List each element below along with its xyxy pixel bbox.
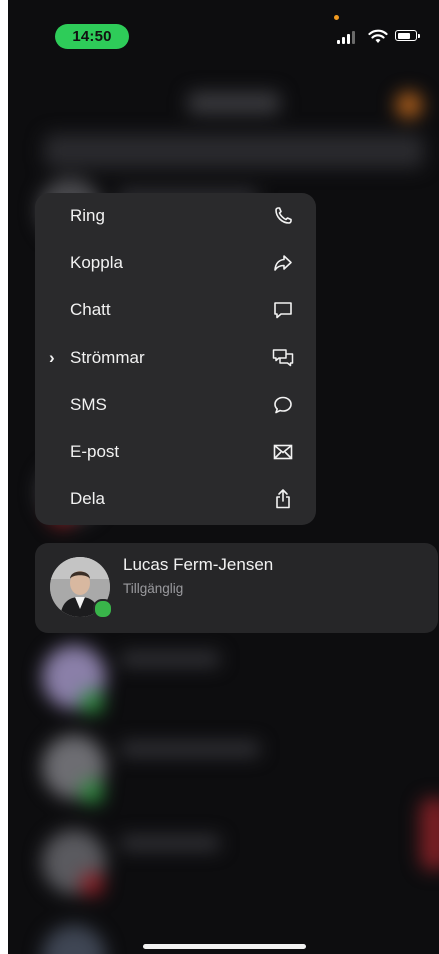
contact-card[interactable]: Lucas Ferm-Jensen Tillgänglig — [35, 543, 438, 633]
blurred-text — [120, 836, 220, 850]
blurred-status-dot — [80, 780, 104, 804]
phone-icon — [271, 204, 295, 228]
contact-name: Lucas Ferm-Jensen — [123, 555, 274, 574]
forward-icon — [271, 251, 295, 275]
blurred-text — [120, 742, 260, 756]
menu-item-label: Chatt — [70, 300, 111, 319]
menu-item-label: Strömmar — [70, 348, 145, 367]
menu-item-chatt[interactable]: Chatt — [35, 287, 316, 333]
blurred-action-button — [396, 92, 422, 118]
blurred-search-bar — [44, 134, 424, 168]
wifi-icon — [368, 29, 388, 43]
presence-indicator — [93, 599, 113, 619]
menu-item-dela[interactable]: Dela — [35, 476, 316, 522]
chat-bubbles-icon — [271, 346, 295, 370]
menu-item-label: Dela — [70, 489, 105, 508]
mic-indicator-dot — [334, 15, 339, 20]
menu-item-koppla[interactable]: Koppla — [35, 240, 316, 286]
menu-item-ring[interactable]: Ring — [35, 193, 316, 239]
menu-item-label: Ring — [70, 206, 105, 225]
menu-item-label: E-post — [70, 442, 120, 461]
blurred-avatar — [42, 925, 106, 954]
menu-item-sms[interactable]: SMS — [35, 382, 316, 428]
blurred-swipe-action — [420, 798, 439, 870]
status-icons — [337, 28, 427, 44]
context-menu: Ring Koppla Chatt › Strömmar SMS E-post Dela — [35, 193, 316, 525]
blurred-status-dot — [80, 690, 104, 714]
contact-status: Tillgänglig — [123, 581, 184, 596]
chevron-right-icon: › — [49, 348, 55, 367]
menu-item-e-post[interactable]: E-post — [35, 429, 316, 475]
chat-bubble-icon — [271, 298, 295, 322]
share-icon — [271, 487, 295, 511]
menu-item-label: SMS — [70, 395, 107, 414]
message-circle-icon — [271, 393, 295, 417]
phone-screen: 14:50 Ring Koppla Chatt › Strömmar SMS E-post D… — [8, 0, 439, 954]
mail-icon — [271, 440, 295, 464]
blurred-status-dot — [80, 872, 104, 896]
menu-item-label: Koppla — [70, 253, 123, 272]
status-time: 14:50 — [55, 24, 129, 49]
home-indicator[interactable] — [143, 944, 306, 949]
menu-item-str-mmar[interactable]: › Strömmar — [35, 335, 316, 381]
blurred-title — [188, 92, 280, 114]
blurred-text — [120, 652, 220, 666]
